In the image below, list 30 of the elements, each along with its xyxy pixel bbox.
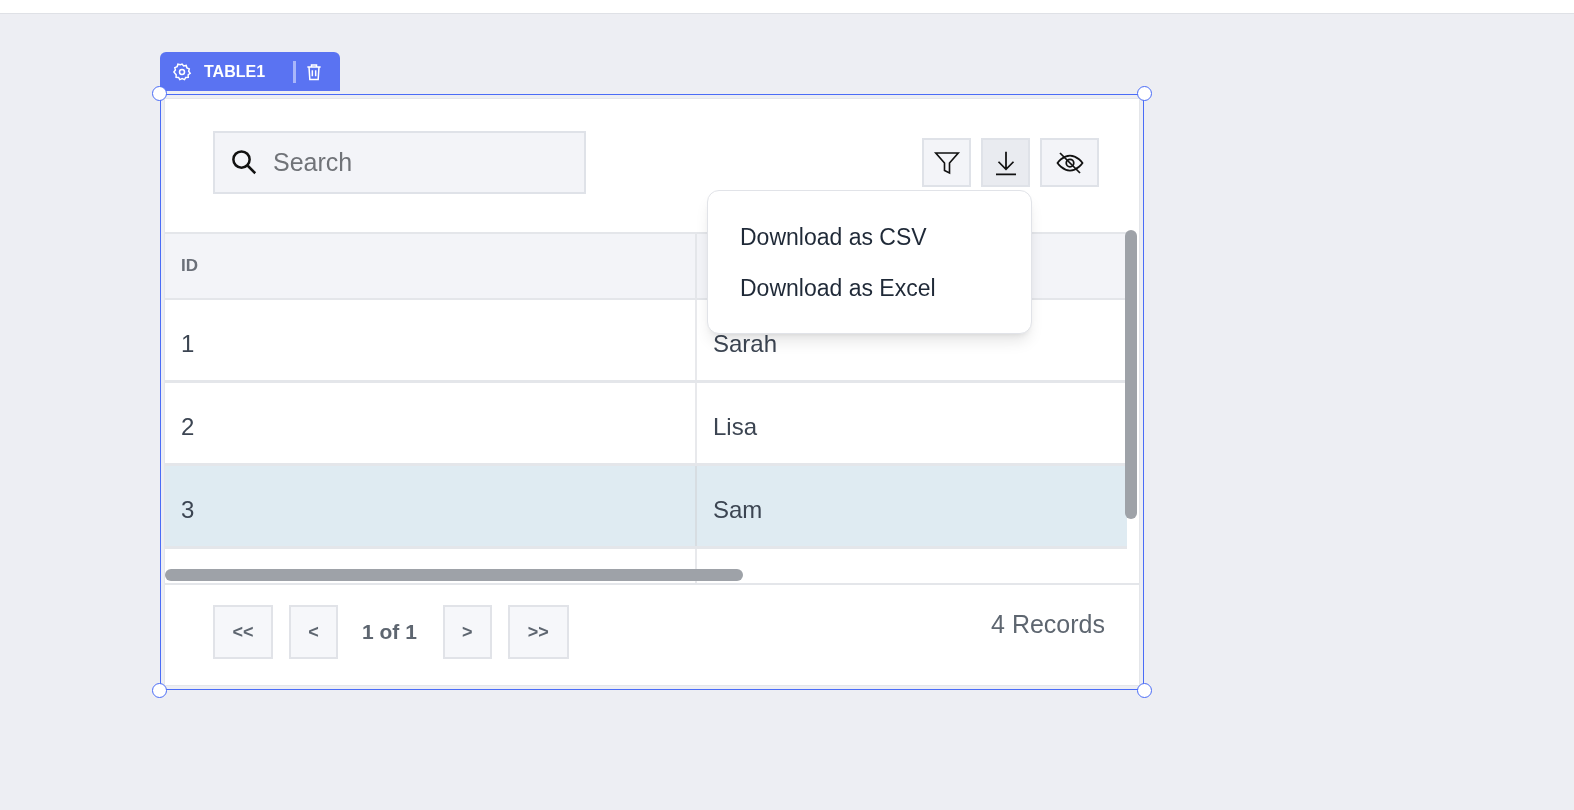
- table-cell: 3: [165, 466, 695, 546]
- table-cell: 2: [165, 383, 695, 463]
- widget-name: TABLE1: [204, 61, 266, 82]
- table-cell: Lisa: [697, 383, 1127, 463]
- handle[interactable]: [1137, 86, 1152, 101]
- horizontal-scrollbar[interactable]: [165, 569, 743, 581]
- menu-item[interactable]: Download as Excel: [708, 274, 1031, 303]
- first-page-button[interactable]: <<: [213, 605, 273, 659]
- next-page-button[interactable]: >: [442, 605, 492, 659]
- hide-columns-button[interactable]: [1040, 138, 1099, 187]
- previous-page-button[interactable]: <: [289, 605, 338, 659]
- column-header[interactable]: ID: [165, 234, 695, 298]
- table-row[interactable]: 2 Lisa: [165, 383, 1127, 466]
- settings-icon[interactable]: [172, 61, 192, 82]
- search-icon: [229, 147, 259, 177]
- page-indicator: 1 of 1: [362, 619, 417, 646]
- vertical-scrollbar[interactable]: [1125, 230, 1137, 519]
- search-field[interactable]: Search: [213, 131, 586, 194]
- handle[interactable]: [152, 683, 167, 698]
- handle[interactable]: [1137, 683, 1152, 698]
- last-page-button[interactable]: >>: [507, 605, 569, 659]
- table-row[interactable]: 3 Sam: [165, 466, 1127, 549]
- table-widget[interactable]: Search ID 1 Sarah 2 Lisa 3 Sam << < 1 of 1 > >> 4 Records Download as CSV Download as Excel: [160, 94, 1144, 690]
- record-count: 4 Records: [991, 609, 1105, 641]
- table-cell: Sam: [697, 466, 1127, 546]
- menu-item[interactable]: Download as CSV: [708, 223, 1031, 252]
- filter-button[interactable]: [922, 138, 971, 187]
- table-cell: 1: [165, 300, 695, 380]
- widget-label-tab[interactable]: TABLE1: [160, 52, 340, 91]
- download-button[interactable]: [981, 138, 1030, 187]
